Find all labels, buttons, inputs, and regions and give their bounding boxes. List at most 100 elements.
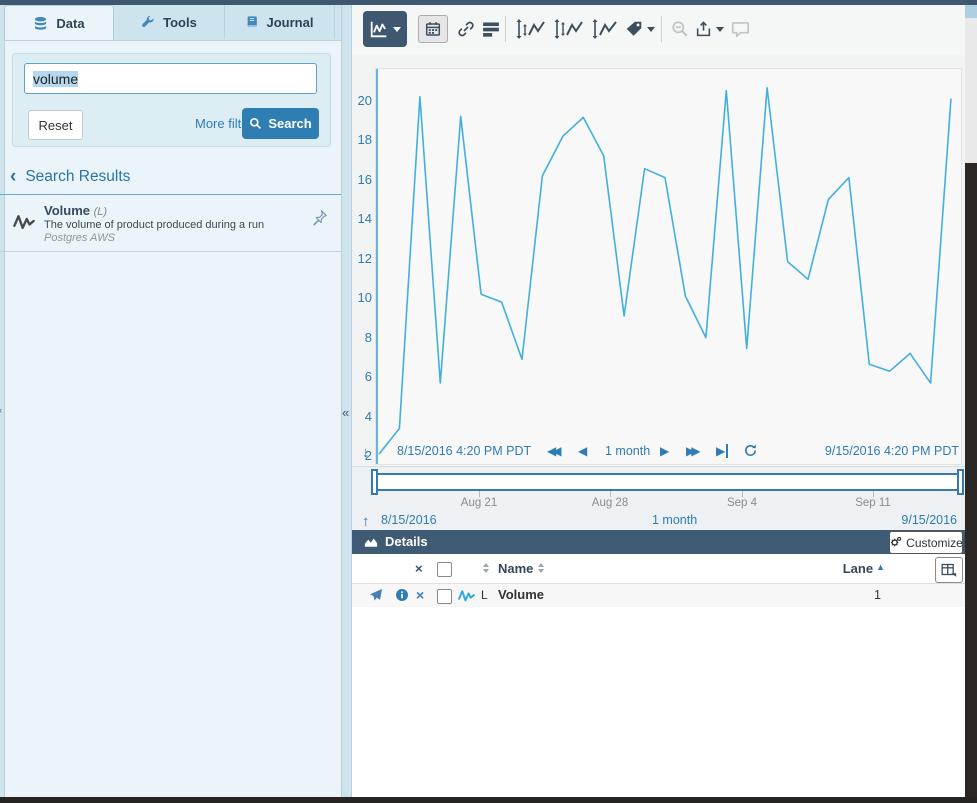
y-tick-label: 14 [352,211,372,226]
step-forward-icon[interactable]: ▶ [660,444,669,458]
result-item-unit: (L) [94,206,107,218]
step-back-icon[interactable]: ◀ [578,444,587,458]
investigate-range-up-icon[interactable]: ↑ [362,513,370,530]
slider-tick-label: Aug 28 [592,497,628,509]
info-icon[interactable] [395,588,409,602]
reset-button-label: Reset [39,118,73,133]
display-range-toolbar: ↓ 8/15/2016 4:20 PM PDT ◀◀ ◀ 1 month ▶ ▶… [352,440,965,466]
zoom-out-button[interactable] [670,19,690,39]
sidebar-edge-strip[interactable]: ‹ [0,5,5,797]
investigate-range-duration[interactable]: 1 month [652,513,697,527]
one-lane-button[interactable] [515,18,547,40]
auto-scale-icon [591,18,619,40]
lanes-button[interactable] [481,19,501,39]
collapse-left-icon[interactable]: ‹ [0,405,2,415]
remove-all-icon[interactable]: × [415,561,423,576]
wrench-icon [141,15,155,29]
row-checkbox[interactable] [437,589,452,604]
display-range-start[interactable]: 8/15/2016 4:20 PM PDT [397,444,531,458]
auto-scale-button[interactable] [591,18,619,40]
select-all-checkbox[interactable] [437,562,452,577]
chart-area: 2468101214161820 Aug 22Aug 29Sep 5Sep 12 [352,55,965,490]
add-column-button[interactable] [935,557,963,583]
y-tick-label: 20 [352,93,372,108]
labels-dropdown-button[interactable] [624,18,656,40]
y-tick-label: 10 [352,290,372,305]
volume-series-line [376,69,961,464]
sort-asc-icon: ▲ [876,562,885,572]
zoom-out-icon [671,20,689,38]
investigate-range-end[interactable]: 9/15/2016 [901,513,957,527]
customize-button[interactable]: Customize [889,531,963,554]
result-item-title: Volume (L) [44,203,107,218]
link-icon [457,20,475,38]
search-input[interactable]: volume [24,63,317,94]
sort-icon[interactable] [538,563,544,573]
refresh-icon[interactable] [743,443,758,458]
range-slider-labels: Aug 21Aug 28Sep 4Sep 11 [375,497,960,511]
slider-tick-label: Sep 11 [855,497,891,509]
tab-tools[interactable]: Tools [114,5,225,39]
tab-tools-label: Tools [163,15,197,30]
row-lane-value: 1 [874,588,881,602]
pin-icon[interactable] [311,209,328,226]
navigate-to-icon[interactable] [368,588,383,603]
signal-icon [13,212,35,230]
one-axis-button[interactable] [553,18,585,40]
chart-type-dropdown-button[interactable] [363,11,407,47]
link-button[interactable] [456,19,476,39]
chevron-left-icon: ‹ [10,170,16,184]
signal-icon [458,588,475,602]
comment-button[interactable] [730,20,750,38]
search-panel: volume Reset More filters Search [12,53,331,147]
collapse-icon: « [342,405,349,420]
y-tick-label: 16 [352,172,372,187]
one-axis-icon [553,18,585,40]
result-item-name: Volume [44,203,90,218]
details-table-header: × Name Lane▲ [352,554,965,584]
tab-journal-label: Journal [267,15,314,30]
result-item-volume[interactable]: Volume (L) The volume of product produce… [0,195,341,252]
column-lane-header[interactable]: Lane▲ [843,561,885,576]
search-results-back-link[interactable]: ‹ Search Results [10,168,130,186]
y-tick-label: 4 [352,409,372,424]
details-table-empty-area [352,607,965,797]
lane-header-label: Lane [843,561,873,576]
tab-data[interactable]: Data [4,5,114,40]
sort-icon[interactable] [483,563,489,573]
display-range-duration[interactable]: 1 month [605,444,650,458]
reset-button[interactable]: Reset [28,110,83,140]
calendar-icon [425,21,441,37]
main-panel: 2468101214161820 Aug 22Aug 29Sep 5Sep 12… [352,5,965,797]
y-tick-label: 18 [352,132,372,147]
trend-plot[interactable] [375,68,962,465]
details-panel-header: Details Customize [352,530,965,554]
y-tick-label: 8 [352,330,372,345]
display-range-end[interactable]: 9/15/2016 4:20 PM PDT [825,444,959,458]
range-slider-track[interactable] [373,473,962,491]
tab-journal[interactable]: Journal [224,5,335,39]
chevron-down-icon [393,27,401,32]
sidebar-collapse-handle[interactable]: « [341,5,352,797]
details-table-row-volume[interactable]: × L Volume 1 [352,584,965,607]
export-button[interactable] [694,18,724,40]
desktop-right-edge [965,5,977,797]
remove-item-icon[interactable]: × [416,587,424,603]
calendar-button[interactable] [418,15,448,43]
slider-tick-label: Sep 4 [727,497,757,509]
chevron-down-icon [647,27,655,32]
search-button-label: Search [268,116,311,131]
result-item-datasource: Postgres AWS [44,232,115,244]
step-back-large-icon[interactable]: ◀◀ [547,444,561,458]
row-signal-type: L [481,588,488,602]
search-button[interactable]: Search [242,108,319,139]
investigate-range-down-icon[interactable]: ↓ [362,444,370,461]
toolbar-separator [505,16,506,42]
step-to-end-icon[interactable]: ▶ [716,444,728,458]
investigate-range-panel: Aug 21Aug 28Sep 4Sep 11 ↑ 8/15/2016 1 mo… [352,466,965,530]
step-forward-large-icon[interactable]: ▶▶ [686,444,700,458]
line-chart-icon [370,20,388,38]
column-name-header[interactable]: Name [498,561,533,576]
investigate-range-start[interactable]: 8/15/2016 [381,513,437,527]
row-name[interactable]: Volume [498,587,544,602]
